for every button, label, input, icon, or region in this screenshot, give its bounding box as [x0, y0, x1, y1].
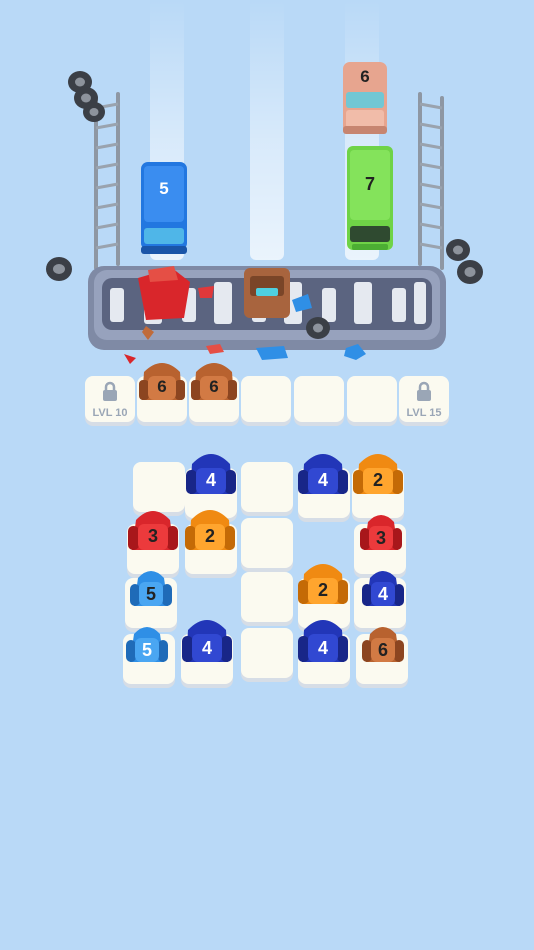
lock-level-label: LVL 15	[406, 407, 442, 419]
grid-car-brown[interactable]: 6	[356, 618, 410, 668]
grid-tile[interactable]	[241, 628, 293, 678]
grid-car-red[interactable]: 3	[126, 502, 180, 556]
vehicle-number: 4	[378, 584, 388, 604]
holding-slot-4[interactable]	[294, 376, 344, 422]
grid-car-orange[interactable]: 2	[183, 502, 237, 556]
holding-slot-5[interactable]	[347, 376, 397, 422]
locked-slot-lvl15[interactable]: LVL 15	[399, 376, 449, 422]
vehicle-number: 5	[146, 584, 156, 604]
vehicle-number: 6	[378, 640, 388, 660]
holding-slot-3[interactable]	[241, 376, 291, 422]
vehicle-number: 3	[148, 526, 158, 546]
locked-slot-lvl10[interactable]: LVL 10	[85, 376, 135, 422]
vehicle-number: 6	[209, 377, 218, 396]
grid-car-blue[interactable]: 4	[180, 612, 234, 668]
vehicle-number: 3	[376, 528, 386, 548]
grid-car-orange[interactable]: 2	[296, 556, 350, 610]
vehicle-number: 4	[206, 470, 216, 490]
vehicle-number: 6	[360, 67, 369, 86]
grid-car-blue[interactable]: 4	[356, 562, 410, 612]
vehicle-number: 2	[205, 526, 215, 546]
slot-car-brown[interactable]: 6	[188, 356, 240, 408]
pink-car[interactable]: 6	[340, 58, 390, 138]
grid-car-blue[interactable]: 4	[296, 446, 350, 500]
lock-icon	[417, 381, 431, 401]
vehicle-number: 6	[157, 377, 166, 396]
grid-car-orange[interactable]: 2	[351, 446, 405, 500]
vehicle-number: 4	[318, 470, 328, 490]
vehicle-number: 7	[365, 174, 375, 194]
tire-icon	[46, 257, 72, 281]
vehicle-number: 2	[373, 470, 383, 490]
green-bus[interactable]: 7	[344, 142, 396, 254]
grid-car-blue[interactable]: 4	[184, 446, 238, 500]
vehicle-number: 4	[202, 638, 212, 658]
slot-car-brown[interactable]: 6	[136, 356, 188, 408]
lock-level-label: LVL 10	[92, 407, 128, 419]
grid-tile[interactable]	[241, 462, 293, 512]
vehicle-number: 5	[142, 640, 152, 660]
vehicle-number: 5	[159, 179, 168, 198]
grid-tile[interactable]	[241, 518, 293, 568]
grid-tile[interactable]	[241, 572, 293, 622]
grid-car-red[interactable]: 3	[354, 506, 408, 556]
grid-car-lightblue[interactable]: 5	[124, 562, 178, 612]
grid-car-lightblue[interactable]: 5	[120, 618, 174, 668]
lock-icon	[103, 381, 117, 401]
grid-car-blue[interactable]: 4	[296, 612, 350, 668]
tire-stack-left-icon	[68, 71, 105, 122]
vehicle-number: 4	[318, 638, 328, 658]
vehicle-number: 2	[318, 580, 328, 600]
blue-truck[interactable]: 5	[138, 158, 190, 258]
